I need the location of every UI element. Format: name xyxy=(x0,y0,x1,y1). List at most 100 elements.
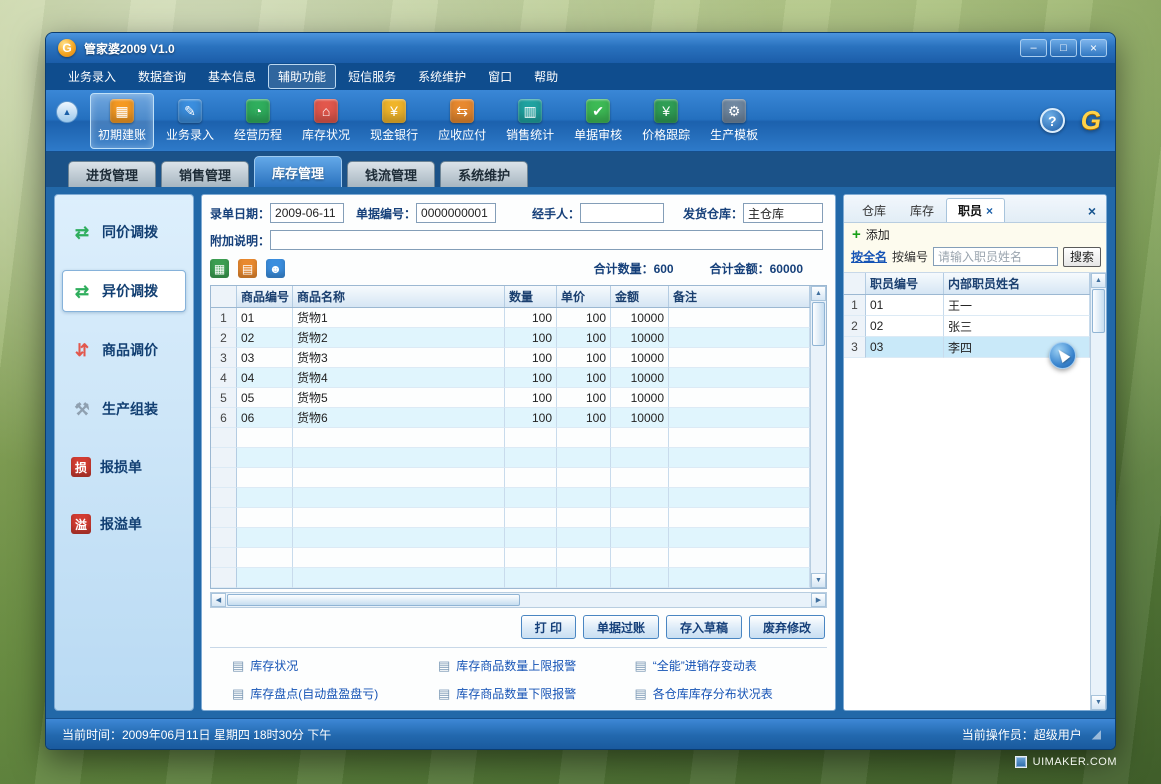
table-row[interactable] xyxy=(211,488,810,508)
cell-code[interactable]: 05 xyxy=(237,388,293,408)
sidebar-item-diff-price-transfer[interactable]: ⇄ 异价调拨 xyxy=(62,270,186,312)
tab-cashflow[interactable]: 钱流管理 xyxy=(347,161,435,187)
toolbar-item-initial-setup[interactable]: ▦ 初期建账 xyxy=(90,93,154,149)
cell-name[interactable] xyxy=(293,568,505,588)
discard-button[interactable]: 废弃修改 xyxy=(749,615,825,639)
sidebar-item-same-price-transfer[interactable]: ⇄ 同价调拨 xyxy=(62,211,186,253)
cell-qty[interactable] xyxy=(505,548,557,568)
horizontal-scrollbar[interactable]: ◀ ▶ xyxy=(210,592,827,608)
sidebar-item-price-adjust[interactable]: ⇵ 商品调价 xyxy=(62,329,186,371)
cell-name[interactable] xyxy=(293,528,505,548)
table-row[interactable] xyxy=(211,428,810,448)
cell-note[interactable] xyxy=(669,408,810,428)
cell-code[interactable] xyxy=(237,548,293,568)
cell-amount[interactable] xyxy=(611,568,669,588)
cell-code[interactable] xyxy=(237,568,293,588)
cell-note[interactable] xyxy=(669,348,810,368)
toolbar-item-cash-bank[interactable]: ¥ 现金银行 xyxy=(362,93,426,149)
cell-name[interactable] xyxy=(293,448,505,468)
toolbar-item-sales-stats[interactable]: ▥ 销售统计 xyxy=(498,93,562,149)
minimize-button[interactable]: – xyxy=(1020,39,1047,57)
cell-name[interactable]: 货物6 xyxy=(293,408,505,428)
vertical-scrollbar[interactable]: ▲ ▼ xyxy=(810,286,826,588)
table-row[interactable]: 2 02 货物2 100 100 10000 xyxy=(211,328,810,348)
cell-code[interactable]: 06 xyxy=(237,408,293,428)
col-header-price[interactable]: 单价 xyxy=(557,286,611,307)
resize-grip[interactable]: ◢ xyxy=(1092,727,1101,741)
doc-number-field[interactable] xyxy=(416,203,496,223)
link-stocktake[interactable]: ▤库存盘点(自动盘盈盘亏) xyxy=(232,685,430,702)
cell-price[interactable]: 100 xyxy=(557,328,611,348)
table-row[interactable]: 1 01 货物1 100 100 10000 xyxy=(211,308,810,328)
cell-amount[interactable] xyxy=(611,448,669,468)
table-row[interactable] xyxy=(211,448,810,468)
cell-code[interactable] xyxy=(237,528,293,548)
cell-amount[interactable]: 10000 xyxy=(611,328,669,348)
panel-close-icon[interactable]: × xyxy=(1084,203,1100,222)
menu-window[interactable]: 窗口 xyxy=(478,64,522,89)
cell-price[interactable]: 100 xyxy=(557,388,611,408)
cell-note[interactable] xyxy=(669,508,810,528)
cell-amount[interactable]: 10000 xyxy=(611,308,669,328)
filter-by-code-link[interactable]: 按编号 xyxy=(892,248,928,265)
vertical-scrollbar[interactable]: ▲ ▼ xyxy=(1090,273,1106,710)
order-date-field[interactable] xyxy=(270,203,344,223)
cell-note[interactable] xyxy=(669,448,810,468)
maximize-button[interactable]: □ xyxy=(1050,39,1077,57)
cell-staff-code[interactable]: 03 xyxy=(866,337,944,358)
cell-qty[interactable]: 100 xyxy=(505,388,557,408)
note-field[interactable] xyxy=(270,230,823,250)
cell-code[interactable]: 01 xyxy=(237,308,293,328)
cell-qty[interactable] xyxy=(505,528,557,548)
cell-qty[interactable]: 100 xyxy=(505,328,557,348)
cell-code[interactable]: 02 xyxy=(237,328,293,348)
cell-price[interactable] xyxy=(557,568,611,588)
scroll-left-icon[interactable]: ◀ xyxy=(211,593,226,607)
tab-warehouse[interactable]: 仓库 xyxy=(850,198,898,222)
print-button[interactable]: 打 印 xyxy=(521,615,576,639)
col-header-amount[interactable]: 金额 xyxy=(611,286,669,307)
table-row[interactable]: 6 06 货物6 100 100 10000 xyxy=(211,408,810,428)
cell-amount[interactable] xyxy=(611,428,669,448)
cell-price[interactable]: 100 xyxy=(557,308,611,328)
tab-system[interactable]: 系统维护 xyxy=(440,161,528,187)
cell-amount[interactable] xyxy=(611,468,669,488)
toolbar-item-inventory-status[interactable]: ⌂ 库存状况 xyxy=(294,93,358,149)
sidebar-item-production-assembly[interactable]: ⚒ 生产组装 xyxy=(62,388,186,430)
cell-code[interactable] xyxy=(237,488,293,508)
cell-note[interactable] xyxy=(669,548,810,568)
scroll-down-icon[interactable]: ▼ xyxy=(811,573,826,588)
cell-staff-name[interactable]: 张三 xyxy=(944,316,1090,337)
cell-note[interactable] xyxy=(669,328,810,348)
cell-qty[interactable] xyxy=(505,448,557,468)
cell-price[interactable]: 100 xyxy=(557,348,611,368)
cell-code[interactable] xyxy=(237,468,293,488)
cell-price[interactable] xyxy=(557,428,611,448)
menu-basic-info[interactable]: 基本信息 xyxy=(198,64,266,89)
tab-purchase[interactable]: 进货管理 xyxy=(68,161,156,187)
cell-amount[interactable]: 10000 xyxy=(611,408,669,428)
staff-search-input[interactable] xyxy=(933,247,1058,266)
link-inventory-status[interactable]: ▤库存状况 xyxy=(232,657,430,674)
scroll-thumb[interactable] xyxy=(227,594,520,606)
table-row[interactable]: 5 05 货物5 100 100 10000 xyxy=(211,388,810,408)
cell-qty[interactable]: 100 xyxy=(505,368,557,388)
toolbar-item-production-template[interactable]: ⚙ 生产模板 xyxy=(702,93,766,149)
cell-price[interactable] xyxy=(557,448,611,468)
cell-name[interactable]: 货物2 xyxy=(293,328,505,348)
tab-inventory[interactable]: 库存管理 xyxy=(254,156,342,187)
cell-name[interactable]: 货物1 xyxy=(293,308,505,328)
cell-amount[interactable]: 10000 xyxy=(611,388,669,408)
tab-sales[interactable]: 销售管理 xyxy=(161,161,249,187)
cell-qty[interactable]: 100 xyxy=(505,348,557,368)
table-row[interactable]: 1 01 王一 xyxy=(844,295,1090,316)
close-button[interactable]: × xyxy=(1080,39,1107,57)
menu-system-maintenance[interactable]: 系统维护 xyxy=(408,64,476,89)
cell-staff-code[interactable]: 01 xyxy=(866,295,944,316)
toolbar-item-receivables-payables[interactable]: ⇆ 应收应付 xyxy=(430,93,494,149)
scroll-thumb[interactable] xyxy=(812,302,825,346)
cell-name[interactable]: 货物4 xyxy=(293,368,505,388)
col-header-name[interactable]: 商品名称 xyxy=(293,286,505,307)
tab-stock[interactable]: 库存 xyxy=(898,198,946,222)
cell-code[interactable]: 03 xyxy=(237,348,293,368)
